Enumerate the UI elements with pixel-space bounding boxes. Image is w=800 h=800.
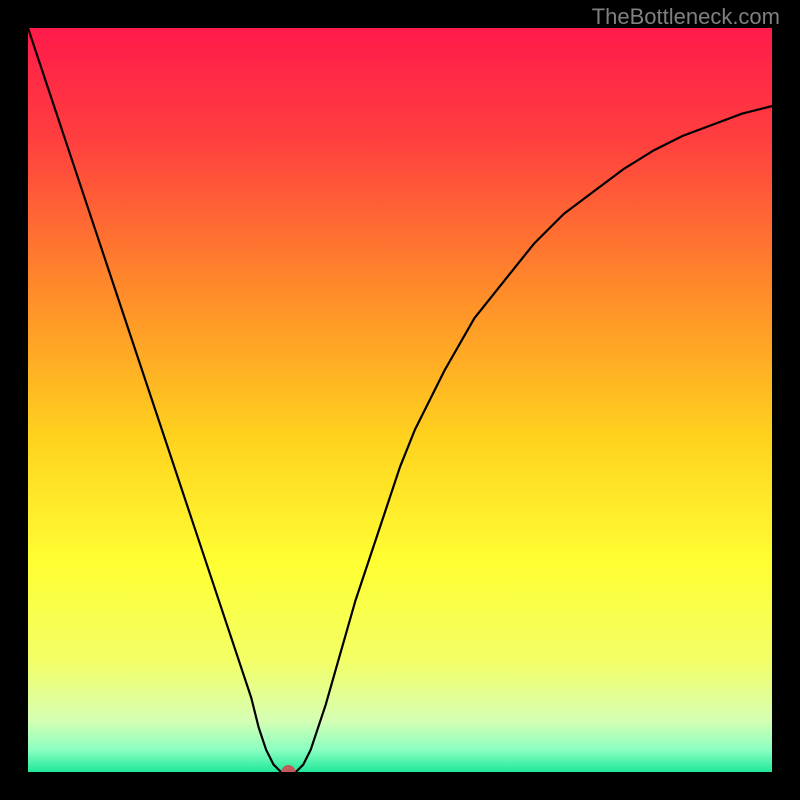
- plot-area: [28, 28, 772, 772]
- plot-svg: [28, 28, 772, 772]
- chart-container: TheBottleneck.com: [0, 0, 800, 800]
- gradient-background: [28, 28, 772, 772]
- watermark-text: TheBottleneck.com: [592, 4, 780, 30]
